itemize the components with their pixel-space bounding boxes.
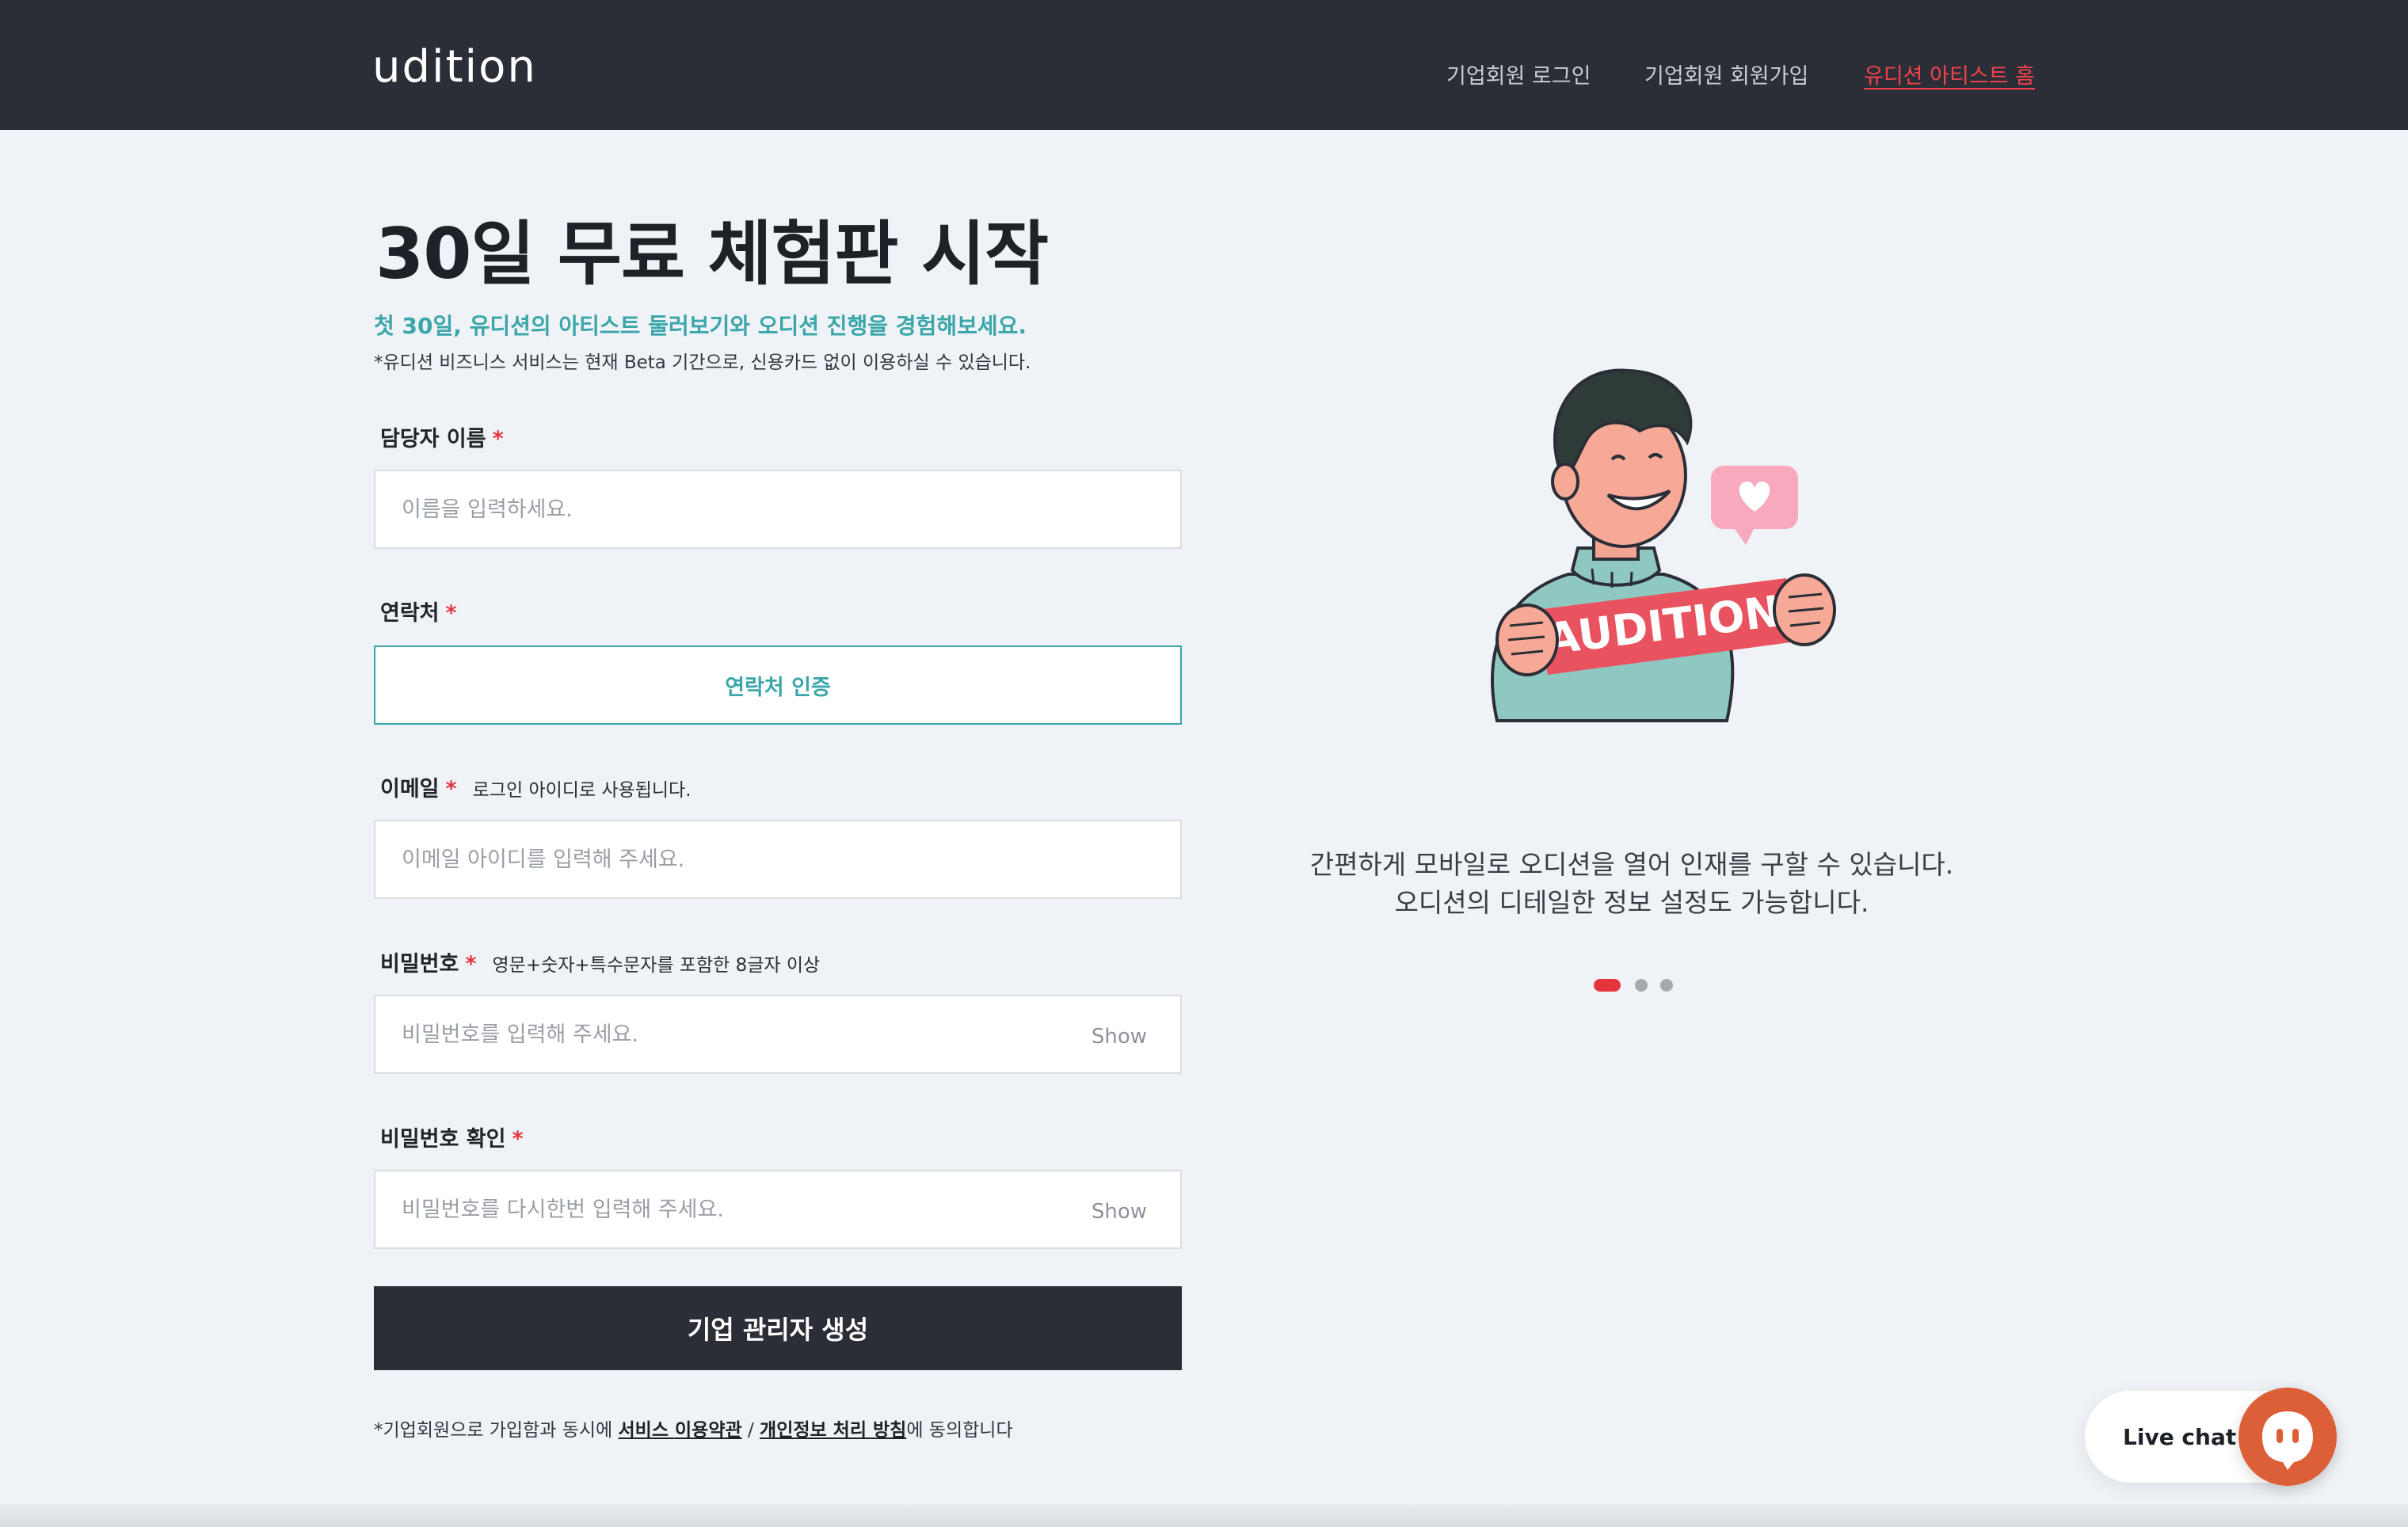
live-chat-label: Live chat [2123,1424,2237,1450]
required-mark: * [492,427,504,451]
password-hint: 영문+숫자+특수문자를 포함한 8글자 이상 [492,955,821,976]
password-confirm-label-text: 비밀번호 확인 [380,1127,506,1152]
name-label: 담당자 이름 * [380,421,504,452]
privacy-policy-link[interactable]: 개인정보 처리 방침 [760,1420,906,1441]
password-confirm-label: 비밀번호 확인 * [380,1121,524,1152]
email-input[interactable] [375,821,1180,897]
email-label: 이메일 * 로그인 아이디로 사용됩니다. [380,771,692,802]
carousel-line-2: 오디션의 디테일한 정보 설정도 가능합니다. [1394,887,1869,918]
create-admin-button[interactable]: 기업 관리자 생성 [374,1286,1182,1370]
bottom-shade [0,1505,2408,1527]
password-confirm-field[interactable]: Show [374,1170,1182,1249]
required-mark: * [465,952,477,977]
name-label-text: 담당자 이름 [380,427,486,451]
carousel-description: 간편하게 모바일로 오디션을 열어 인재를 구할 수 있습니다. 오디션의 디테… [1236,846,2028,922]
page-title: 30일 무료 체험판 시작 [375,213,1049,295]
password-field[interactable]: Show [374,995,1182,1074]
required-mark: * [445,601,457,626]
carousel-dot-1[interactable] [1594,979,1621,992]
terms-suffix: 에 동의합니다 [906,1420,1013,1441]
required-mark: * [445,777,457,802]
email-label-text: 이메일 [380,777,440,802]
top-navigation-bar: udition 기업회원 로그인 기업회원 회원가입 유디션 아티스트 홈 [0,0,2408,130]
chat-face-icon [2262,1411,2313,1470]
contact-verify-button[interactable]: 연락처 인증 [374,645,1182,725]
password-confirm-input[interactable] [375,1171,1180,1247]
required-mark: * [512,1127,524,1152]
service-terms-link[interactable]: 서비스 이용약관 [619,1420,742,1441]
contact-label: 연락처 * [380,596,457,626]
name-input[interactable] [375,471,1180,547]
udition-logo[interactable]: udition [372,41,537,93]
carousel-line-1: 간편하게 모바일로 오디션을 열어 인재를 구할 수 있습니다. [1309,849,1954,880]
audition-illustration: AUDITION [1491,368,1836,722]
password-show-toggle[interactable]: Show [1092,1025,1147,1049]
password-input[interactable] [375,996,1180,1072]
carousel-dot-3[interactable] [1660,979,1673,992]
beta-note: *유디션 비즈니스 서비스는 현재 Beta 기간으로, 신용카드 없이 이용하… [374,352,1031,373]
password-label-text: 비밀번호 [380,952,459,977]
password-confirm-show-toggle[interactable]: Show [1092,1200,1147,1224]
terms-prefix: *기업회원으로 가입함과 동시에 [374,1420,619,1441]
nav-artist-home[interactable]: 유디션 아티스트 홈 [1864,59,2035,89]
chat-bubble-icon[interactable] [2238,1388,2337,1486]
nav-business-signup[interactable]: 기업회원 회원가입 [1644,59,1808,89]
page-subtitle: 첫 30일, 유디션의 아티스트 둘러보기와 오디션 진행을 경험해보세요. [374,313,1027,339]
contact-label-text: 연락처 [380,601,440,626]
nav-business-login[interactable]: 기업회원 로그인 [1446,59,1591,89]
terms-separator: / [741,1420,760,1441]
carousel-dot-2[interactable] [1635,979,1648,992]
password-label: 비밀번호 * 영문+숫자+특수문자를 포함한 8글자 이상 [380,946,820,977]
email-hint: 로그인 아이디로 사용됩니다. [472,780,692,801]
email-field[interactable] [374,820,1182,899]
terms-notice: *기업회원으로 가입함과 동시에 서비스 이용약관 / 개인정보 처리 방침에 … [374,1415,1013,1441]
name-field[interactable] [374,470,1182,549]
